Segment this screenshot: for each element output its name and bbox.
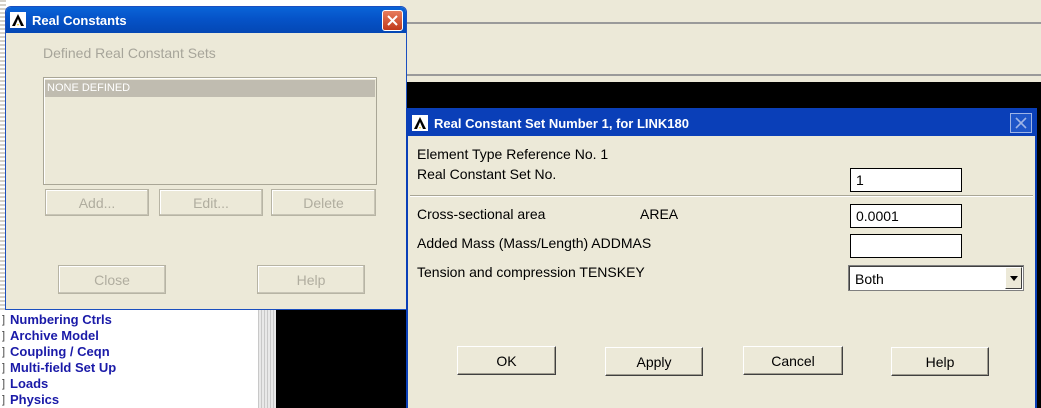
defined-sets-heading: Defined Real Constant Sets <box>43 45 216 61</box>
help-button[interactable]: Help <box>257 265 365 294</box>
menu-item-label: Multi-field Set Up <box>10 360 117 375</box>
cancel-button[interactable]: Cancel <box>743 346 843 375</box>
element-type-reference: Element Type Reference No. 1 <box>417 146 609 162</box>
menu-item-numbering-ctrls[interactable]: ] Numbering Ctrls <box>0 312 258 328</box>
menu-item-multi-field-set-up[interactable]: ] Multi-field Set Up <box>0 360 258 376</box>
ok-button[interactable]: OK <box>457 346 556 375</box>
tension-selected-value: Both <box>855 271 884 287</box>
add-button[interactable]: Add... <box>45 189 149 216</box>
menu-item-label: Archive Model <box>10 328 99 343</box>
main-menu-tree: ] Numbering Ctrls ] Archive Model ] Couplin… <box>0 312 258 408</box>
tension-label: Tension and compression TENSKEY <box>417 264 645 280</box>
title-bar[interactable]: Real Constants <box>6 7 406 33</box>
dialog-title: Real Constant Set Number 1, for LINK180 <box>434 115 689 131</box>
panel-splitter[interactable] <box>258 305 276 408</box>
set-no-field[interactable]: 1 <box>850 168 962 192</box>
separator <box>410 195 1033 197</box>
title-bar[interactable]: Real Constant Set Number 1, for LINK180 <box>408 110 1035 136</box>
real-constants-window: Real Constants Defined Real Constant Set… <box>5 6 407 310</box>
set-no-label: Real Constant Set No. <box>417 166 557 182</box>
close-button[interactable] <box>382 9 403 31</box>
added-mass-label: Added Mass (Mass/Length) ADDMAS <box>417 235 652 251</box>
area-key: AREA <box>640 206 679 222</box>
menu-item-label: Loads <box>10 376 49 391</box>
menu-item-archive-model[interactable]: ] Archive Model <box>0 328 258 344</box>
menu-item-label: Coupling / Ceqn <box>10 344 110 359</box>
defined-sets-list[interactable]: NONE DEFINED <box>43 77 377 185</box>
close-icon <box>387 14 398 26</box>
ansys-logo-icon <box>10 12 26 28</box>
menu-item-physics[interactable]: ] Physics <box>0 392 258 408</box>
help-button[interactable]: Help <box>891 347 989 376</box>
delete-button[interactable]: Delete <box>271 189 376 216</box>
chevron-down-icon <box>1009 275 1018 281</box>
toolbar-divider <box>400 22 1041 24</box>
menu-item-loads[interactable]: ] Loads <box>0 376 258 392</box>
close-button[interactable] <box>1010 113 1032 133</box>
menu-item-label: Physics <box>10 392 60 407</box>
toolbar-area <box>400 0 1041 82</box>
tension-select[interactable]: Both <box>848 265 1024 291</box>
window-title: Real Constants <box>32 12 127 28</box>
apply-button[interactable]: Apply <box>605 347 703 376</box>
toolbar-divider <box>400 74 1041 76</box>
list-item[interactable]: NONE DEFINED <box>45 80 375 97</box>
close-icon <box>1015 117 1027 129</box>
area-label: Cross-sectional area <box>417 206 546 222</box>
dropdown-button[interactable] <box>1005 267 1022 289</box>
area-field[interactable]: 0.0001 <box>850 204 962 228</box>
menu-item-label: Numbering Ctrls <box>10 312 112 327</box>
ansys-logo-icon <box>412 115 428 131</box>
close-window-button[interactable]: Close <box>58 265 166 294</box>
added-mass-field[interactable] <box>850 234 962 258</box>
edit-button[interactable]: Edit... <box>159 189 263 216</box>
real-constant-set-dialog: Real Constant Set Number 1, for LINK180 … <box>406 108 1037 408</box>
menu-item-coupling-ceqn[interactable]: ] Coupling / Ceqn <box>0 344 258 360</box>
